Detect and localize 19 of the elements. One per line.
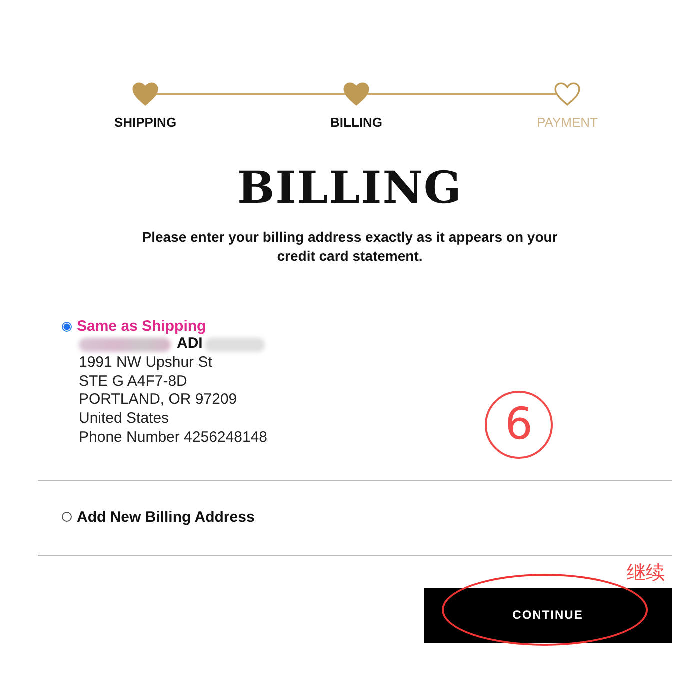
radio-button[interactable] <box>62 512 72 522</box>
option-label[interactable]: Add New Billing Address <box>77 508 255 526</box>
address-line: PORTLAND, OR 97209 <box>79 391 238 410</box>
instruction-text: Please enter your billing address exactly as it appears on your credit card statement. <box>141 228 559 266</box>
option-label[interactable]: Same as Shipping <box>77 318 206 335</box>
page-title: BILLING <box>236 164 464 214</box>
step-label: PAYMENT <box>537 115 598 130</box>
address-line: United States <box>79 410 170 429</box>
redaction-blur <box>204 338 265 352</box>
name-text: ADI <box>177 335 203 354</box>
address-line: Phone Number 4256248148 <box>79 428 268 448</box>
continue-button[interactable]: CONTINUE <box>424 588 672 643</box>
address-line: 1991 NW Upshur St <box>79 354 212 373</box>
step-label: SHIPPING <box>114 115 177 130</box>
annotation-text: 继续 <box>627 561 665 586</box>
radio-button[interactable] <box>62 322 72 332</box>
annotation-number: 6 <box>485 391 553 459</box>
address-line: STE G A4F7-8D <box>79 372 188 392</box>
step-label: BILLING <box>330 115 382 130</box>
